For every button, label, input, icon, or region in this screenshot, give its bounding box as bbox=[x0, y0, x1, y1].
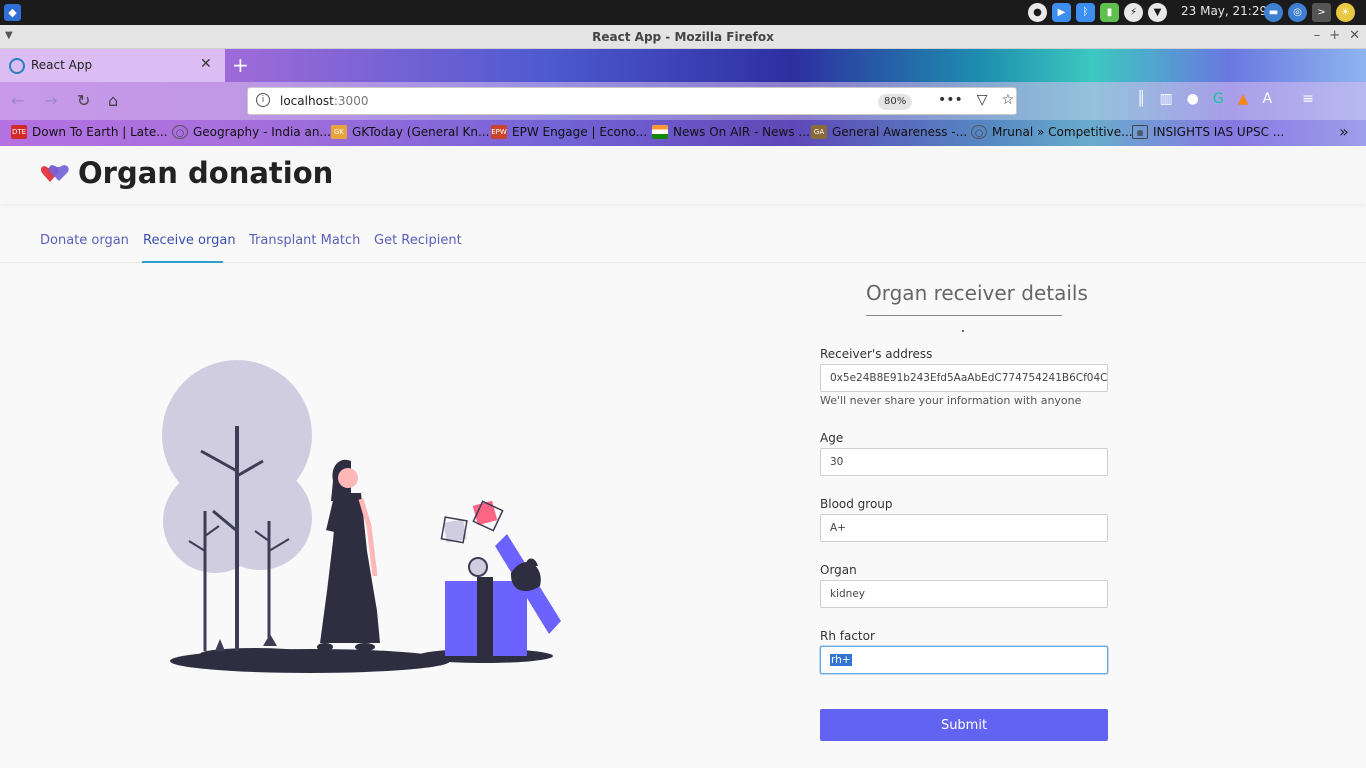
system-tray-apps: ▬ ◎ > ☀ bbox=[1264, 3, 1355, 22]
epw-icon: EPW bbox=[491, 125, 507, 139]
nav-tabs: Donate organ Receive organ Transplant Ma… bbox=[0, 218, 1366, 263]
network-icon[interactable]: ▮ bbox=[1100, 3, 1119, 22]
bookmark-item[interactable]: ◯ Geography - India an... bbox=[172, 125, 331, 139]
bookmark-item[interactable]: News On AIR - News ... bbox=[652, 125, 810, 139]
address-bar-actions: ••• ▽ ☆ bbox=[938, 92, 1014, 108]
tab-receive-organ[interactable]: Receive organ bbox=[143, 233, 236, 248]
bookmarks-toolbar: DTE Down To Earth | Late... ◯ Geography - … bbox=[0, 120, 1366, 146]
bookmark-star-icon[interactable]: ☆ bbox=[1002, 92, 1015, 108]
pocket-icon[interactable]: ▽ bbox=[977, 92, 988, 108]
organ-input[interactable]: kidney bbox=[820, 580, 1108, 608]
bookmark-item[interactable]: GA General Awareness -... bbox=[811, 125, 967, 139]
rh-factor-label: Rh factor bbox=[820, 629, 875, 643]
tab-title: React App bbox=[31, 58, 93, 72]
app-tray-icon[interactable]: ▬ bbox=[1264, 3, 1283, 22]
hearts-logo-icon bbox=[40, 165, 69, 182]
sidebar-icon[interactable]: ▥ bbox=[1159, 91, 1172, 107]
bookmark-item[interactable]: ▦ INSIGHTS IAS UPSC ... bbox=[1132, 125, 1284, 139]
url-text[interactable]: localhost:3000 bbox=[280, 94, 368, 108]
account-icon[interactable]: ● bbox=[1187, 91, 1199, 107]
browser-tray-icon[interactable]: ◎ bbox=[1288, 3, 1307, 22]
tab-donate-organ[interactable]: Donate organ bbox=[40, 233, 129, 248]
grid-icon: ▦ bbox=[1132, 125, 1148, 139]
globe-icon: ◯ bbox=[172, 125, 188, 139]
rh-factor-input[interactable]: rh+ bbox=[820, 646, 1108, 674]
close-window-icon[interactable]: ✕ bbox=[1349, 28, 1360, 43]
system-clock[interactable]: 23 May, 21:29 bbox=[1181, 4, 1267, 18]
browser-tab-active[interactable]: React App ✕ bbox=[0, 49, 225, 82]
minimize-icon[interactable]: – bbox=[1314, 28, 1321, 43]
submit-button[interactable]: Submit bbox=[820, 709, 1108, 741]
bookmark-item[interactable]: ◯ Mrunal » Competitive... bbox=[971, 125, 1133, 139]
more-bookmarks-icon[interactable]: » bbox=[1339, 122, 1349, 141]
tab-transplant-match[interactable]: Transplant Match bbox=[249, 233, 360, 248]
gk-icon: GK bbox=[331, 125, 347, 139]
system-tray: ● ▶ ᛒ ▮ ⚡ ▼ bbox=[1028, 3, 1167, 22]
rh-factor-selected-text: rh+ bbox=[830, 654, 852, 666]
notification-icon[interactable]: ● bbox=[1028, 3, 1047, 22]
address-label: Receiver's address bbox=[820, 347, 933, 361]
tab-get-recipient[interactable]: Get Recipient bbox=[374, 233, 462, 248]
forward-icon[interactable]: → bbox=[44, 91, 57, 110]
organ-label: Organ bbox=[820, 563, 857, 577]
blood-group-input[interactable]: A+ bbox=[820, 514, 1108, 542]
metamask-icon[interactable]: ▲ bbox=[1238, 91, 1249, 107]
page-actions-icon[interactable]: ••• bbox=[938, 92, 963, 108]
blood-group-label: Blood group bbox=[820, 497, 893, 511]
reload-icon[interactable]: ↻ bbox=[77, 91, 90, 110]
globe-icon: ◯ bbox=[971, 125, 987, 139]
zoom-meeting-icon[interactable]: ▶ bbox=[1052, 3, 1071, 22]
browser-chrome: React App ✕ + ← → ↻ ⌂ i localhost:3000 8… bbox=[0, 49, 1366, 146]
navigation-toolbar: ← → ↻ ⌂ i localhost:3000 80% ••• ▽ ☆ ║ ▥… bbox=[0, 82, 1366, 120]
age-label: Age bbox=[820, 431, 844, 445]
back-icon[interactable]: ← bbox=[11, 91, 24, 110]
new-tab-icon[interactable]: + bbox=[232, 53, 249, 77]
library-icon[interactable]: ║ bbox=[1137, 91, 1145, 107]
bookmark-item[interactable]: GK GKToday (General Kn... bbox=[331, 125, 489, 139]
home-icon[interactable]: ⌂ bbox=[108, 91, 118, 110]
window-controls: – + ✕ bbox=[1314, 28, 1360, 43]
shield-icon[interactable]: ▼ bbox=[1148, 3, 1167, 22]
site-info-icon[interactable]: i bbox=[256, 93, 270, 107]
power-icon[interactable]: ⚡ bbox=[1124, 3, 1143, 22]
app-title: Organ donation bbox=[78, 156, 334, 190]
weather-icon[interactable]: ☀ bbox=[1336, 3, 1355, 22]
form-title: Organ receiver details bbox=[866, 281, 1088, 305]
app-launcher-icon[interactable]: ◆ bbox=[4, 4, 21, 21]
form-title-underline bbox=[866, 315, 1062, 316]
loading-dot bbox=[962, 330, 964, 332]
close-tab-icon[interactable]: ✕ bbox=[200, 56, 212, 72]
extension-icons: ║ ▥ ● G ▲ A ≡ bbox=[1137, 91, 1314, 107]
window-title: React App - Mozilla Firefox bbox=[592, 30, 774, 44]
grammarly-icon[interactable]: G bbox=[1213, 91, 1224, 107]
active-tab-indicator bbox=[142, 261, 223, 263]
maximize-icon[interactable]: + bbox=[1329, 28, 1340, 43]
translate-icon[interactable]: A bbox=[1263, 91, 1273, 107]
app-header: Organ donation bbox=[0, 146, 1366, 204]
bookmark-item[interactable]: DTE Down To Earth | Late... bbox=[11, 125, 168, 139]
dte-icon: DTE bbox=[11, 125, 27, 139]
ga-icon: GA bbox=[811, 125, 827, 139]
window-title-bar: ▼ React App - Mozilla Firefox – + ✕ bbox=[0, 25, 1366, 49]
india-flag-icon bbox=[652, 125, 668, 139]
hamburger-menu-icon[interactable]: ≡ bbox=[1302, 91, 1314, 107]
age-input[interactable]: 30 bbox=[820, 448, 1108, 476]
bluetooth-icon[interactable]: ᛒ bbox=[1076, 3, 1095, 22]
web-page: Organ donation Donate organ Receive orga… bbox=[0, 146, 1366, 768]
terminal-icon[interactable]: > bbox=[1312, 3, 1331, 22]
react-favicon-icon bbox=[9, 58, 25, 74]
zoom-level-badge[interactable]: 80% bbox=[878, 94, 913, 110]
gift-illustration bbox=[162, 360, 561, 673]
system-top-bar: ◆ ● ▶ ᛒ ▮ ⚡ ▼ 23 May, 21:29 ▬ ◎ > ☀ bbox=[0, 0, 1366, 25]
address-input[interactable]: 0x5e24B8E91b243Efd5AaAbEdC774754241B6Cf0… bbox=[820, 364, 1108, 392]
address-bar[interactable]: i localhost:3000 80% ••• ▽ ☆ bbox=[247, 87, 1017, 115]
bookmark-item[interactable]: EPW EPW Engage | Econo... bbox=[491, 125, 647, 139]
address-help-text: We'll never share your information with … bbox=[820, 394, 1082, 407]
